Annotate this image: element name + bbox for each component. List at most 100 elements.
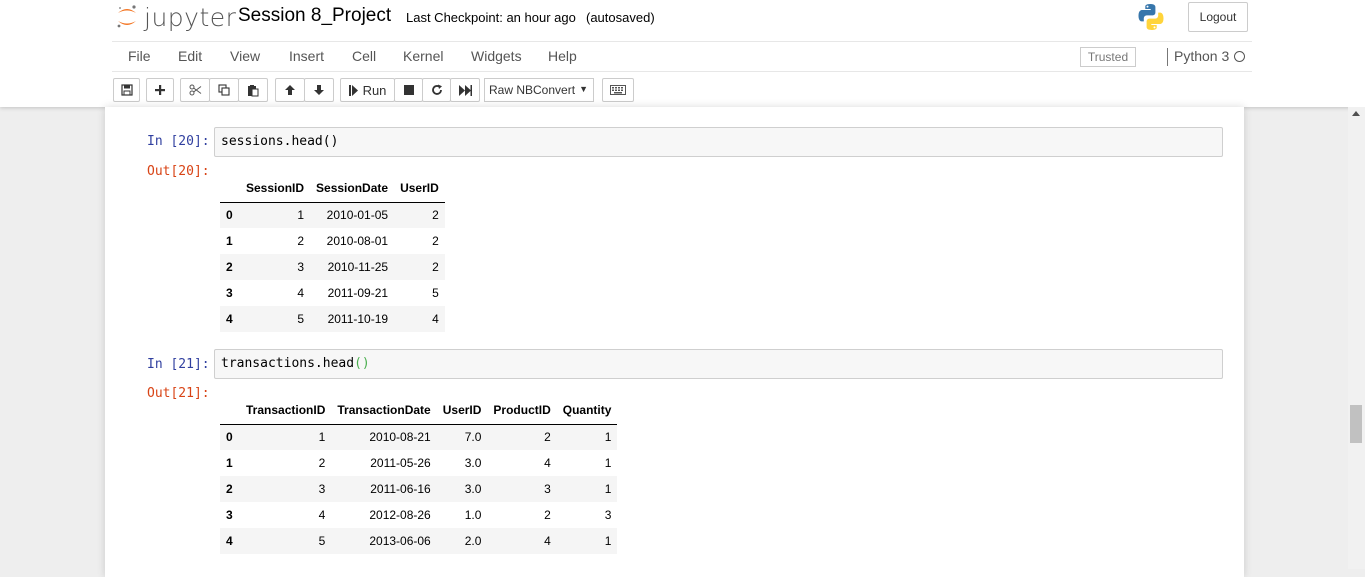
row-index: 1 bbox=[226, 234, 233, 248]
move-down-button[interactable] bbox=[304, 78, 334, 102]
scissors-icon bbox=[189, 84, 202, 96]
row-index: 0 bbox=[226, 430, 233, 445]
table-cell: 2011-09-21 bbox=[327, 286, 389, 300]
table-cell: 1 bbox=[318, 430, 326, 445]
code-cell-input[interactable]: transactions.head() bbox=[214, 349, 1223, 379]
column-header: SessionDate bbox=[310, 174, 395, 203]
table-cell: 1 bbox=[604, 482, 612, 496]
cell-type-select[interactable]: Raw NBConvert ▼ bbox=[484, 78, 594, 102]
arrow-down-icon bbox=[313, 84, 325, 96]
refresh-icon bbox=[431, 84, 443, 96]
cell-type-value: Raw NBConvert bbox=[489, 83, 576, 97]
logout-button[interactable]: Logout bbox=[1188, 2, 1248, 32]
table-row: 0 1 2010-01-05 2 bbox=[220, 202, 445, 228]
column-header: Quantity bbox=[556, 396, 618, 425]
table-cell: 2011-05-26 bbox=[370, 456, 431, 470]
table-row: 4 5 2011-10-19 4 bbox=[220, 306, 445, 332]
table-row: 1 2 2010-08-01 2 bbox=[220, 228, 445, 254]
table-cell: 3 bbox=[604, 508, 612, 522]
output-prompt: Out[20]: bbox=[147, 164, 210, 179]
copy-button[interactable] bbox=[209, 78, 239, 102]
keyboard-icon bbox=[610, 85, 626, 95]
input-prompt: In [21]: bbox=[147, 357, 210, 372]
insert-cell-button[interactable] bbox=[146, 78, 174, 102]
row-index: 3 bbox=[226, 508, 233, 522]
table-cell: 1.0 bbox=[464, 508, 482, 522]
move-up-button[interactable] bbox=[275, 78, 305, 102]
restart-run-all-button[interactable] bbox=[450, 78, 480, 102]
run-label: Run bbox=[362, 82, 387, 98]
arrow-up-icon bbox=[284, 84, 296, 96]
jupyter-mark-icon bbox=[116, 4, 138, 30]
trusted-indicator[interactable]: Trusted bbox=[1080, 47, 1136, 67]
interrupt-button[interactable] bbox=[394, 78, 423, 102]
table-row: 1 2 2011-05-26 3.0 4 1 bbox=[220, 450, 617, 476]
code-parens: () bbox=[354, 356, 370, 371]
menu-kernel[interactable]: Kernel bbox=[403, 48, 443, 64]
command-palette-button[interactable] bbox=[602, 78, 634, 102]
row-index: 0 bbox=[226, 208, 233, 223]
table-cell: 2011-10-19 bbox=[327, 312, 389, 326]
table-cell: 2011-06-16 bbox=[370, 482, 431, 496]
table-cell: 2 bbox=[544, 508, 551, 522]
table-row: 2 3 2011-06-16 3.0 3 1 bbox=[220, 476, 618, 502]
paste-button[interactable] bbox=[238, 78, 268, 102]
column-header: UserID bbox=[436, 396, 488, 425]
column-header bbox=[220, 396, 240, 425]
code-cell-input[interactable]: sessions.head() bbox=[214, 127, 1223, 157]
menu-widgets[interactable]: Widgets bbox=[471, 48, 522, 64]
menu-help[interactable]: Help bbox=[548, 48, 577, 64]
code-text: transactions.head bbox=[221, 356, 355, 371]
column-header: ProductID bbox=[487, 396, 557, 425]
table-cell: 2 bbox=[432, 260, 439, 274]
step-forward-icon bbox=[348, 84, 358, 96]
menu-file[interactable]: File bbox=[128, 48, 151, 64]
restart-button[interactable] bbox=[422, 78, 451, 102]
table-row: 2 3 2010-11-25 2 bbox=[220, 254, 445, 280]
menubar: File Edit View Insert Cell Kernel Widget… bbox=[112, 41, 1252, 72]
notebook-title[interactable]: Session 8_Project bbox=[238, 5, 391, 27]
table-row: 3 4 2011-09-21 5 bbox=[220, 280, 445, 306]
table-cell: 4 bbox=[432, 312, 439, 326]
table-cell: 2.0 bbox=[464, 534, 482, 548]
kernel-name[interactable]: Python 3 bbox=[1174, 48, 1229, 64]
paste-icon bbox=[247, 84, 259, 97]
save-button[interactable] bbox=[113, 78, 140, 102]
scrollbar-thumb[interactable] bbox=[1350, 405, 1362, 443]
scroll-up-arrow-icon[interactable] bbox=[1352, 111, 1360, 116]
stop-icon bbox=[403, 85, 414, 95]
table-cell: 3.0 bbox=[464, 456, 482, 470]
column-header bbox=[220, 174, 240, 203]
jupyter-logo-text: jupyter bbox=[144, 2, 237, 32]
input-prompt: In [20]: bbox=[147, 134, 210, 149]
menu-insert[interactable]: Insert bbox=[289, 48, 324, 64]
table-cell: 2013-06-06 bbox=[369, 534, 431, 548]
code-text: sessions.head bbox=[221, 134, 323, 149]
code-parens: () bbox=[322, 134, 339, 149]
table-cell: 1 bbox=[297, 208, 305, 223]
page-scrollbar[interactable] bbox=[1348, 107, 1365, 569]
table-cell: 1 bbox=[604, 534, 612, 548]
table-cell: 4 bbox=[318, 508, 326, 522]
table-cell: 2010-08-01 bbox=[326, 234, 389, 248]
table-cell: 2 bbox=[432, 208, 439, 223]
table-cell: 3 bbox=[297, 260, 305, 274]
table-cell: 5 bbox=[432, 286, 439, 300]
kernel-divider bbox=[1167, 48, 1168, 66]
menu-edit[interactable]: Edit bbox=[178, 48, 202, 64]
table-cell: 3.0 bbox=[464, 482, 482, 496]
row-index: 4 bbox=[226, 534, 233, 548]
cut-button[interactable] bbox=[180, 78, 210, 102]
table-cell: 5 bbox=[318, 534, 326, 548]
table-cell: 4 bbox=[544, 534, 551, 548]
menu-view[interactable]: View bbox=[230, 48, 260, 64]
table-cell: 2 bbox=[318, 456, 326, 470]
plus-icon bbox=[154, 84, 166, 96]
row-index: 2 bbox=[226, 260, 233, 274]
autosave-status: (autosaved) bbox=[586, 10, 655, 25]
table-cell: 3 bbox=[544, 482, 551, 496]
notebook-header: jupyter Session 8_Project Last Checkpoin… bbox=[0, 0, 1365, 107]
menu-cell[interactable]: Cell bbox=[352, 48, 376, 64]
jupyter-logo[interactable]: jupyter bbox=[116, 2, 236, 32]
run-button[interactable]: Run bbox=[340, 78, 395, 102]
